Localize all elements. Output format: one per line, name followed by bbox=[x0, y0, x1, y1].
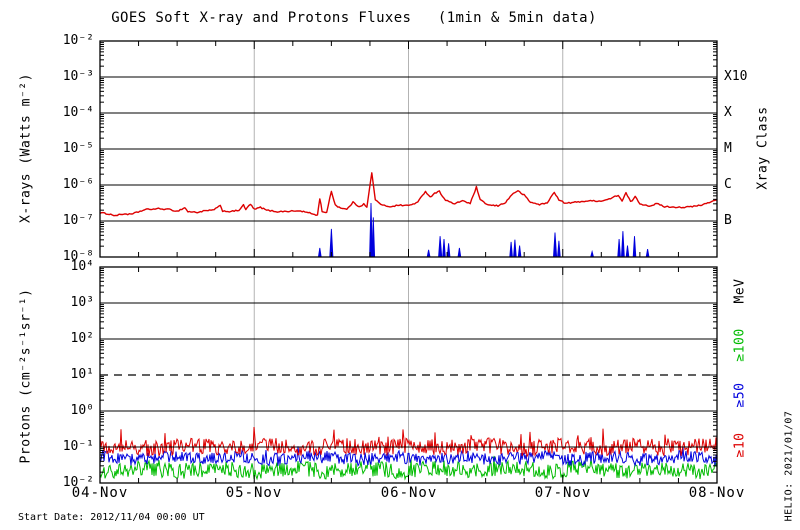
x-tick-label-05nov: 05-Nov bbox=[225, 485, 283, 501]
proton-threshold-label-ge10: ≥10 bbox=[732, 432, 748, 458]
x-tick-label-06nov: 06-Nov bbox=[380, 485, 438, 501]
proton-ytick-label: 10⁻¹ bbox=[62, 439, 94, 454]
proton-y-axis-label: Protons (cm⁻²s⁻¹sr⁻¹) bbox=[18, 288, 34, 464]
xray-class-label-c: C bbox=[724, 177, 732, 192]
xray-ytick-label: 10⁻² bbox=[62, 33, 94, 48]
proton-ytick-label: 10⁰ bbox=[70, 403, 94, 418]
xray-ytick-label: 10⁻⁶ bbox=[62, 177, 94, 192]
proton-ytick-label: 10³ bbox=[70, 295, 94, 310]
proton-ytick-label: 10² bbox=[70, 331, 94, 346]
proton-threshold-label-ge50: ≥50 bbox=[732, 382, 748, 408]
proton-ytick-label: 10¹ bbox=[70, 367, 94, 382]
goes-flux-plot: GOES Soft X-ray and Protons Fluxes (1min… bbox=[0, 0, 800, 530]
xray-y-axis-label: X-rays (Watts m⁻²) bbox=[18, 73, 34, 223]
xray-ytick-label: 10⁻⁴ bbox=[62, 105, 94, 120]
proton-threshold-label-ge100: ≥100 bbox=[732, 328, 748, 362]
flux-chart-svg bbox=[99, 40, 718, 484]
xray-class-label-m: M bbox=[724, 141, 732, 156]
chart-title: GOES Soft X-ray and Protons Fluxes (1min… bbox=[111, 10, 597, 26]
xray-class-label-x: X bbox=[724, 105, 732, 120]
helio-credit: HELIO: 2021/01/07 bbox=[783, 410, 795, 522]
proton-mev-axis-label: MeV bbox=[732, 278, 748, 304]
xray-class-axis-label: Xray Class bbox=[755, 106, 771, 190]
xray-class-label-b: B bbox=[724, 213, 732, 228]
xray-class-label-x10: X10 bbox=[724, 69, 748, 84]
x-tick-label-07nov: 07-Nov bbox=[534, 485, 592, 501]
start-date-label: Start Date: 2012/11/04 00:00 UT bbox=[18, 512, 205, 523]
xray-ytick-label: 10⁻³ bbox=[62, 69, 94, 84]
xray-ytick-label: 10⁻⁷ bbox=[62, 213, 94, 228]
x-tick-label-04nov: 04-Nov bbox=[71, 485, 129, 501]
proton-ytick-label: 10⁴ bbox=[70, 259, 94, 274]
x-tick-label-08nov: 08-Nov bbox=[688, 485, 746, 501]
xray-ytick-label: 10⁻⁵ bbox=[62, 141, 94, 156]
